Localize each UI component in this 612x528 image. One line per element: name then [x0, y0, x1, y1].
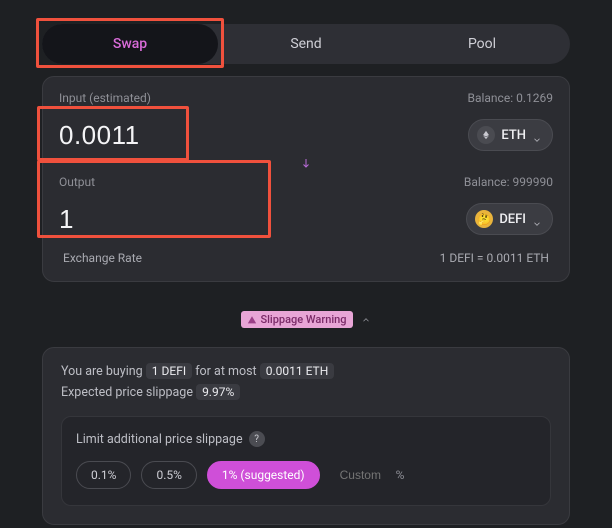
buy-summary: You are buying 1 DEFI for at most 0.0011…	[61, 364, 551, 379]
slippage-option-1[interactable]: 1% (suggested)	[207, 461, 320, 489]
slippage-option-0-5[interactable]: 0.5%	[141, 461, 196, 489]
chevron-down-icon	[532, 214, 542, 224]
input-balance: Balance: 0.1269	[467, 91, 553, 105]
output-token-symbol: DEFI	[499, 212, 526, 227]
percent-label: %	[396, 468, 405, 482]
slippage-limit-label: Limit additional price slippage	[76, 432, 243, 447]
swap-details: You are buying 1 DEFI for at most 0.0011…	[42, 347, 570, 525]
help-icon[interactable]: ?	[249, 431, 265, 447]
chevron-up-icon[interactable]	[361, 310, 371, 329]
slippage-warning-badge: Slippage Warning	[241, 311, 352, 328]
output-token-selector[interactable]: 🤔 DEFI	[466, 203, 553, 235]
input-amount[interactable]	[59, 120, 209, 151]
expected-slippage: Expected price slippage 9.97%	[61, 385, 551, 400]
mode-tabs: Swap Send Pool	[42, 24, 570, 64]
chevron-down-icon	[532, 130, 542, 140]
input-token-selector[interactable]: ETH	[468, 119, 553, 151]
slippage-option-0-1[interactable]: 0.1%	[76, 461, 131, 489]
cost-chip: 0.0011 ETH	[260, 363, 335, 379]
input-card: Input (estimated) Balance: 0.1269 ETH	[42, 76, 570, 282]
buy-amount-chip: 1 DEFI	[146, 363, 192, 379]
expected-slippage-value: 9.97%	[196, 384, 240, 400]
output-label: Output	[59, 175, 95, 189]
input-token-symbol: ETH	[501, 128, 526, 143]
slippage-custom-input[interactable]	[340, 468, 390, 483]
defi-token-icon: 🤔	[475, 210, 493, 228]
tab-swap[interactable]: Swap	[42, 24, 218, 64]
tab-pool[interactable]: Pool	[394, 24, 570, 64]
slippage-limit-box: Limit additional price slippage ? 0.1% 0…	[61, 416, 551, 506]
output-balance: Balance: 999990	[464, 175, 553, 189]
swap-direction-arrow[interactable]	[59, 151, 553, 175]
output-amount[interactable]	[59, 204, 209, 235]
input-label: Input (estimated)	[59, 91, 151, 105]
tab-send[interactable]: Send	[218, 24, 394, 64]
exchange-rate-value: 1 DEFI = 0.0011 ETH	[440, 251, 549, 265]
exchange-rate-label: Exchange Rate	[63, 251, 142, 265]
eth-icon	[477, 126, 495, 144]
